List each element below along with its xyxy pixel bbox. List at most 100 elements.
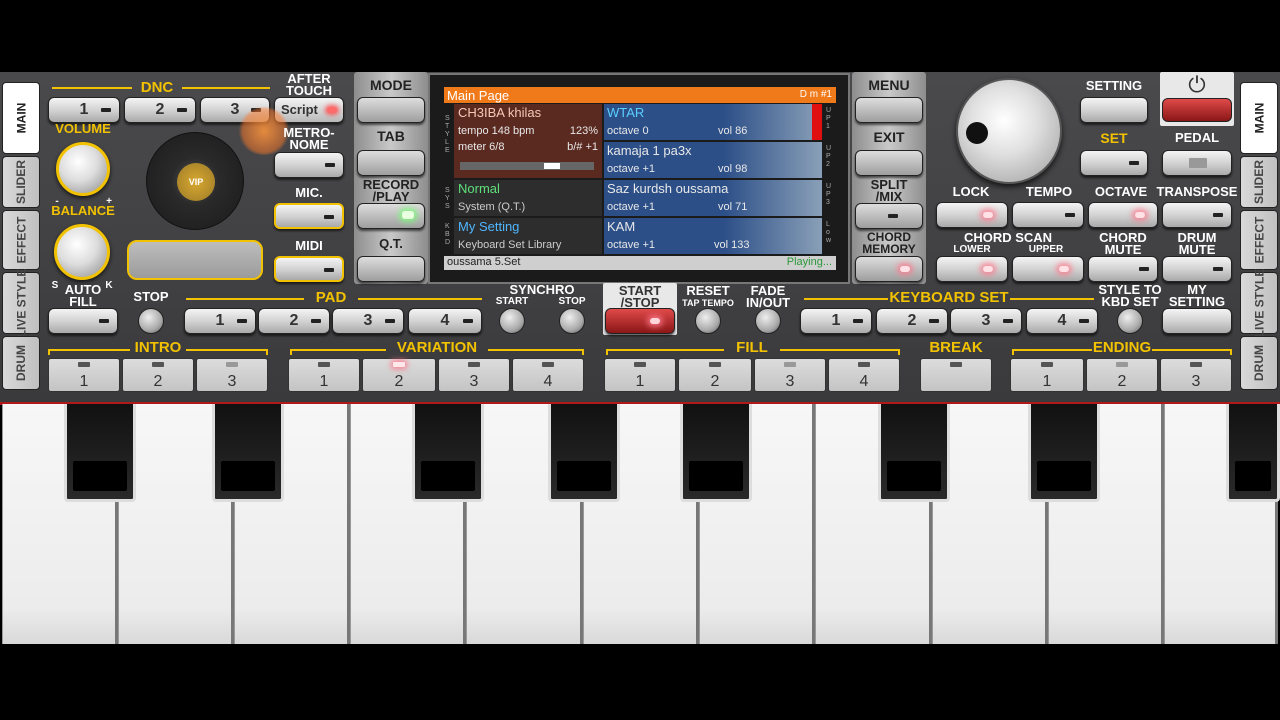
dial-knob[interactable]: [956, 78, 1062, 184]
qt-button[interactable]: [357, 256, 425, 282]
black-key[interactable]: [548, 404, 620, 502]
side-tab-drum-right[interactable]: DRUM: [1240, 336, 1278, 390]
auto-fill-button[interactable]: [48, 308, 118, 334]
pad-button-4[interactable]: 4: [408, 308, 482, 334]
volume-knob[interactable]: [56, 142, 110, 196]
side-tab-effect-left[interactable]: EFFECT: [2, 210, 40, 270]
side-tab-drum-left[interactable]: DRUM: [2, 336, 40, 390]
intro-button-2[interactable]: 2: [122, 358, 194, 392]
button-label: 4: [859, 373, 869, 390]
balance-knob[interactable]: [54, 224, 110, 280]
variation-button-1[interactable]: 1: [288, 358, 360, 392]
intro-button-3[interactable]: 3: [196, 358, 268, 392]
side-tab-effect-right[interactable]: EFFECT: [1240, 210, 1278, 270]
chord-memory-button[interactable]: [855, 256, 923, 282]
chord-mute-label: CHORD MUTE: [1099, 230, 1147, 257]
synchro-start-knob[interactable]: [499, 308, 525, 334]
exit-button[interactable]: [855, 150, 923, 176]
my-setting-button[interactable]: [1162, 308, 1232, 334]
selected-part-marker: [812, 104, 822, 140]
side-tab-live-style-right[interactable]: LIVE STYLE: [1240, 269, 1278, 337]
button-label: 1: [831, 312, 841, 329]
tab-button[interactable]: [357, 150, 425, 176]
style-to-kbd-knob[interactable]: [1117, 308, 1143, 334]
black-key[interactable]: [878, 404, 950, 502]
midi-button[interactable]: [274, 256, 344, 282]
button-label: 3: [469, 373, 479, 390]
variation-button-4[interactable]: 4: [512, 358, 584, 392]
keyboard-set-button-4[interactable]: 4: [1026, 308, 1098, 334]
part-upper-1[interactable]: WTAR octave 0 vol 86: [604, 104, 822, 140]
fill-button-2[interactable]: 2: [678, 358, 752, 392]
info-display[interactable]: [127, 240, 263, 280]
octave-button[interactable]: [1088, 202, 1158, 228]
intro-button-1[interactable]: 1: [48, 358, 120, 392]
start-stop-button[interactable]: [605, 308, 675, 334]
chord-mute-button[interactable]: [1088, 256, 1158, 282]
metronome-button[interactable]: [274, 152, 344, 178]
black-key[interactable]: [412, 404, 484, 502]
button-label: 3: [1191, 373, 1201, 390]
my-setting-label: MY SETTING: [1168, 282, 1226, 309]
pad-button-1[interactable]: 1: [184, 308, 256, 334]
side-tab-slider-right[interactable]: SLIDER: [1240, 156, 1278, 208]
pedal-button[interactable]: [1162, 150, 1232, 176]
dnc-button-1[interactable]: 1: [48, 97, 120, 123]
black-key[interactable]: [680, 404, 752, 502]
chord-scan-lower-button[interactable]: [936, 256, 1008, 282]
pad-button-2[interactable]: 2: [258, 308, 330, 334]
tempo-button[interactable]: [1012, 202, 1084, 228]
transpose-button[interactable]: [1162, 202, 1232, 228]
pad-button-3[interactable]: 3: [332, 308, 404, 334]
fill-button-4[interactable]: 4: [828, 358, 900, 392]
black-key[interactable]: [1226, 404, 1280, 502]
menu-button[interactable]: [855, 97, 923, 123]
variation-button-3[interactable]: 3: [438, 358, 510, 392]
setting-button[interactable]: [1080, 97, 1148, 123]
drum-mute-button[interactable]: [1162, 256, 1232, 282]
style-panel[interactable]: CH3IBA khilas tempo 148 bpm 123% meter 6…: [454, 104, 602, 178]
break-button[interactable]: [920, 358, 992, 392]
reset-knob[interactable]: [695, 308, 721, 334]
record-play-button[interactable]: [357, 203, 425, 229]
part-upper-3[interactable]: Saz kurdsh oussama octave +1 vol 71: [604, 180, 822, 216]
keyboard-set-panel[interactable]: My Setting Keyboard Set Library: [454, 218, 602, 254]
keyboard-set-button-2[interactable]: 2: [876, 308, 948, 334]
part-volume: vol 98: [718, 163, 748, 175]
black-key[interactable]: [212, 404, 284, 502]
synchro-stop-knob[interactable]: [559, 308, 585, 334]
side-tab-slider-left[interactable]: SLIDER: [2, 156, 40, 208]
keyboard-set-button-3[interactable]: 3: [950, 308, 1022, 334]
part-upper-2[interactable]: kamaja 1 pa3x octave +1 vol 98: [604, 142, 822, 178]
system-panel[interactable]: Normal System (Q.T.): [454, 180, 602, 216]
split-mix-button[interactable]: [855, 203, 923, 229]
part-lower[interactable]: KAM octave +1 vol 133: [604, 218, 822, 254]
variation-button-2[interactable]: 2: [362, 358, 436, 392]
fade-knob[interactable]: [755, 308, 781, 334]
intro-label: INTRO: [134, 339, 182, 356]
black-key[interactable]: [1028, 404, 1100, 502]
mic-button[interactable]: [274, 203, 344, 229]
ending-button-1[interactable]: 1: [1010, 358, 1084, 392]
black-key[interactable]: [64, 404, 136, 502]
set-file-name: oussama 5.Set: [447, 256, 521, 268]
side-tab-main-left[interactable]: MAIN: [2, 82, 40, 154]
fill-button-3[interactable]: 3: [754, 358, 826, 392]
button-label: 2: [155, 101, 165, 118]
power-button[interactable]: [1162, 98, 1232, 122]
mode-button[interactable]: [357, 97, 425, 123]
dnc-button-2[interactable]: 2: [124, 97, 196, 123]
pad-stop-knob[interactable]: [138, 308, 164, 334]
screen-header: Main Page D m #1: [444, 87, 836, 103]
fill-button-1[interactable]: 1: [604, 358, 676, 392]
ending-button-3[interactable]: 3: [1160, 358, 1232, 392]
style-percent: 123%: [569, 125, 598, 137]
ending-button-2[interactable]: 2: [1086, 358, 1158, 392]
keyboard-set-button-1[interactable]: 1: [800, 308, 872, 334]
set-button[interactable]: [1080, 150, 1148, 176]
chord-scan-upper-button[interactable]: [1012, 256, 1084, 282]
side-tab-main-right[interactable]: MAIN: [1240, 82, 1278, 154]
lock-button[interactable]: [936, 202, 1008, 228]
vip-disc[interactable]: VIP: [146, 132, 244, 230]
side-tab-live-style-left[interactable]: LIVE STYLE: [2, 269, 40, 337]
